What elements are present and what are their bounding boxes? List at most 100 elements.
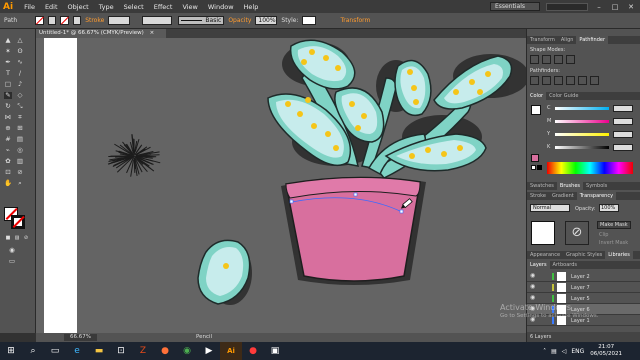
- outline-icon[interactable]: [578, 76, 587, 85]
- line-tool-icon[interactable]: /: [16, 70, 24, 77]
- m-slider[interactable]: [555, 120, 609, 123]
- unite-icon[interactable]: [530, 55, 539, 64]
- stroke-weight-field[interactable]: [108, 16, 131, 25]
- chrome-icon[interactable]: ◉: [176, 342, 198, 360]
- color-spectrum[interactable]: [547, 162, 633, 174]
- artboard-tool-icon[interactable]: ⊡: [4, 169, 12, 176]
- maximize-button[interactable]: □: [610, 3, 620, 11]
- volume-icon[interactable]: ◁: [562, 348, 567, 355]
- stroke-dropdown[interactable]: [73, 16, 82, 25]
- tab-transparency[interactable]: Transparency: [576, 192, 617, 200]
- drawing-mode-icon[interactable]: ◉: [8, 247, 16, 254]
- mask-link-icon[interactable]: ⊘: [565, 221, 589, 245]
- shape-builder-tool-icon[interactable]: ⊕: [4, 125, 12, 132]
- mesh-tool-icon[interactable]: #: [4, 136, 12, 143]
- transform-label[interactable]: Transform: [340, 17, 370, 24]
- screen-mode-icon[interactable]: ▭: [8, 258, 16, 265]
- illustrator-taskbar-icon[interactable]: Ai: [220, 342, 242, 360]
- store-icon[interactable]: ⊡: [110, 342, 132, 360]
- c-slider[interactable]: [555, 107, 609, 110]
- paintbrush-tool-icon[interactable]: ♪: [16, 81, 24, 88]
- gradient-tool-icon[interactable]: ▤: [16, 136, 24, 143]
- workspace-switcher[interactable]: Essentials: [489, 2, 540, 11]
- tab-align[interactable]: Align: [558, 36, 577, 44]
- magic-wand-tool-icon[interactable]: ✶: [4, 48, 12, 55]
- pen-tool-icon[interactable]: ✒: [4, 59, 12, 66]
- artwork[interactable]: [36, 38, 526, 333]
- tab-color[interactable]: Color: [527, 92, 547, 100]
- intersect-icon[interactable]: [554, 55, 563, 64]
- menu-help[interactable]: Help: [239, 3, 264, 11]
- layer-row[interactable]: ◉ Layer 2: [527, 271, 640, 282]
- tab-color-guide[interactable]: Color Guide: [546, 92, 581, 100]
- tab-brushes[interactable]: Brushes: [556, 182, 584, 190]
- clock[interactable]: 21:07 06/05/2021: [590, 344, 640, 358]
- hand-tool-icon[interactable]: ✋: [4, 180, 12, 187]
- recorder-icon[interactable]: ●: [242, 342, 264, 360]
- stroke-color-box[interactable]: [11, 215, 25, 229]
- curvature-tool-icon[interactable]: ∿: [16, 59, 24, 66]
- menu-object[interactable]: Object: [63, 3, 94, 11]
- slice-tool-icon[interactable]: ⊘: [16, 169, 24, 176]
- minimize-button[interactable]: –: [594, 3, 604, 11]
- stroke-swatch[interactable]: [60, 16, 70, 25]
- tab-swatches[interactable]: Swatches: [527, 182, 557, 190]
- eye-icon[interactable]: ◉: [530, 294, 535, 301]
- invert-mask-checkbox-label[interactable]: Invert Mask: [599, 240, 628, 246]
- tab-artboards[interactable]: Artboards: [550, 261, 580, 269]
- minus-front-icon[interactable]: [542, 55, 551, 64]
- divide-icon[interactable]: [530, 76, 539, 85]
- filezilla-icon[interactable]: Z: [132, 342, 154, 360]
- menu-edit[interactable]: Edit: [40, 3, 63, 11]
- minus-back-icon[interactable]: [590, 76, 599, 85]
- crop-icon[interactable]: [566, 76, 575, 85]
- tab-transform[interactable]: Transform: [527, 36, 558, 44]
- search-stock-input[interactable]: [546, 2, 588, 11]
- canvas[interactable]: [36, 38, 526, 333]
- layer-name[interactable]: Layer 5: [571, 296, 590, 302]
- network-icon[interactable]: ▤: [551, 348, 557, 355]
- black-chip[interactable]: [537, 165, 542, 170]
- m-value-field[interactable]: [613, 118, 633, 125]
- transparency-opacity-field[interactable]: 100%: [599, 204, 619, 212]
- color-panel-fill[interactable]: [531, 105, 541, 115]
- windows-start-icon[interactable]: ⊞: [0, 342, 22, 360]
- direct-selection-tool-icon[interactable]: △: [16, 37, 24, 44]
- brush-definition[interactable]: Basic: [178, 16, 225, 25]
- k-slider[interactable]: [555, 146, 609, 149]
- tab-appearance[interactable]: Appearance: [527, 251, 563, 259]
- scale-tool-icon[interactable]: ⤡: [16, 103, 24, 110]
- tray-chevron-icon[interactable]: ˄: [543, 348, 546, 355]
- pencil-tool-icon[interactable]: ✎: [4, 92, 12, 99]
- media-player-icon[interactable]: ▶: [198, 342, 220, 360]
- perspective-grid-tool-icon[interactable]: ⊞: [16, 125, 24, 132]
- tab-gradient[interactable]: Gradient: [549, 192, 577, 200]
- clip-checkbox-label[interactable]: Clip: [599, 232, 608, 238]
- none-mode-icon[interactable]: ⊘: [22, 235, 30, 242]
- variable-width-profile[interactable]: [142, 16, 173, 25]
- lasso-tool-icon[interactable]: ʘ: [16, 48, 24, 55]
- tab-graphic-styles[interactable]: Graphic Styles: [563, 251, 605, 259]
- document-tab[interactable]: Untitled-1* @ 66.67% (CMYK/Preview) ×: [36, 29, 167, 38]
- rectangle-tool-icon[interactable]: □: [4, 81, 12, 88]
- graph-tool-icon[interactable]: ▥: [16, 158, 24, 165]
- menu-window[interactable]: Window: [203, 3, 239, 11]
- tab-close-icon[interactable]: ×: [150, 30, 155, 36]
- layer-row[interactable]: ◉ Layer 7: [527, 282, 640, 293]
- c-value-field[interactable]: [613, 105, 633, 112]
- eye-icon[interactable]: ◉: [530, 283, 535, 290]
- tab-symbols[interactable]: Symbols: [583, 182, 610, 190]
- y-value-field[interactable]: [613, 131, 633, 138]
- rotate-tool-icon[interactable]: ↻: [4, 103, 12, 110]
- trim-icon[interactable]: [542, 76, 551, 85]
- layer-name[interactable]: Layer 2: [571, 274, 590, 280]
- menu-file[interactable]: File: [19, 3, 40, 11]
- eyedropper-tool-icon[interactable]: ⌁: [4, 147, 12, 154]
- task-view-icon[interactable]: ▭: [44, 342, 66, 360]
- free-transform-tool-icon[interactable]: ⌗: [16, 114, 24, 121]
- merge-icon[interactable]: [554, 76, 563, 85]
- width-tool-icon[interactable]: ⋈: [4, 114, 12, 121]
- fill-swatch[interactable]: [35, 16, 45, 25]
- menu-view[interactable]: View: [177, 3, 202, 11]
- exclude-icon[interactable]: [566, 55, 575, 64]
